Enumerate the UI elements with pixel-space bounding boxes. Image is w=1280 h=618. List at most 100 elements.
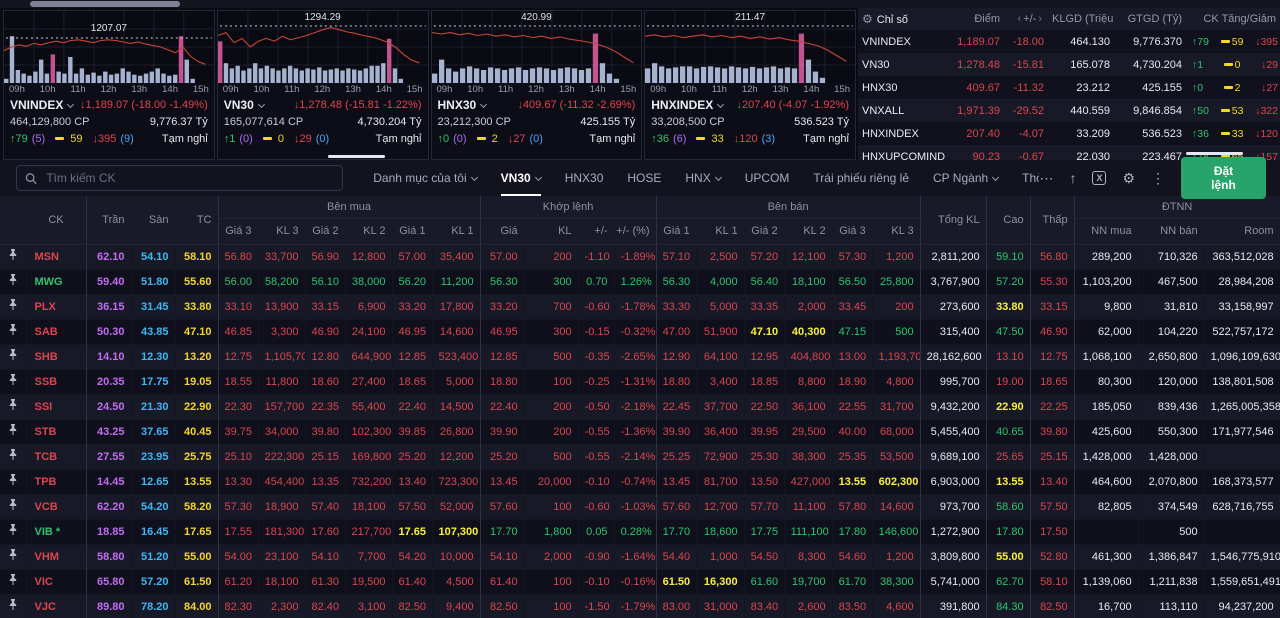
cell-buy-gia1: 57.50 bbox=[392, 494, 432, 519]
unchanged-dash-icon bbox=[1221, 40, 1230, 43]
board-header-groups: CK Trần Sàn TC Bên mua Khớp lệnh Bên bán… bbox=[0, 196, 1280, 218]
time-tick: 15h bbox=[407, 83, 423, 96]
upload-icon[interactable]: ↑ bbox=[1069, 171, 1076, 185]
index-row-hnx30[interactable]: HNX30409.67-11.3223.212425.155↑02↓27 bbox=[858, 76, 1280, 99]
pin-icon[interactable] bbox=[0, 269, 26, 294]
top-scrollbar[interactable] bbox=[0, 0, 1280, 8]
index-points: 1,189.07 bbox=[946, 36, 1004, 48]
tab-hose[interactable]: HOSE bbox=[627, 160, 661, 196]
place-order-button[interactable]: Đặt lệnh bbox=[1181, 157, 1266, 199]
search-input[interactable] bbox=[44, 170, 334, 186]
cell-sell-gia2: 17.75 bbox=[744, 519, 784, 544]
pin-icon[interactable] bbox=[0, 344, 26, 369]
board-row-vjc: VJC89.8078.2084.0082.302,30082.403,10082… bbox=[0, 594, 1280, 618]
index-points: 409.67 bbox=[946, 82, 1004, 94]
pin-icon[interactable] bbox=[0, 394, 26, 419]
index-change-text: 409.67 (-11.32 -2.69%) bbox=[523, 99, 635, 111]
cell-symbol[interactable]: SSB bbox=[26, 369, 86, 394]
more-tabs-icon[interactable]: ⋯ bbox=[1039, 171, 1053, 185]
cell-total-kl: 3,767,900 bbox=[920, 269, 986, 294]
excel-export-icon[interactable]: X bbox=[1092, 171, 1106, 185]
cell-tran: 27.55 bbox=[86, 444, 131, 469]
col-san: Sàn bbox=[131, 196, 175, 244]
cell-symbol[interactable]: MSN bbox=[26, 244, 86, 269]
tab-hnx30[interactable]: HNX30 bbox=[565, 160, 604, 196]
index-row-vnindex[interactable]: VNINDEX1,189.07-18.00464.1309,776.370↑79… bbox=[858, 30, 1280, 53]
pin-icon[interactable] bbox=[0, 519, 26, 544]
cell-nn-ban: 31,810 bbox=[1138, 294, 1204, 319]
charts-scrollbar-handle[interactable] bbox=[328, 155, 385, 158]
cell-symbol[interactable]: VIC bbox=[26, 569, 86, 594]
tab-vn30[interactable]: VN30 bbox=[501, 160, 541, 196]
index-name-dropdown[interactable]: VNINDEX bbox=[10, 98, 73, 112]
cell-symbol[interactable]: STB bbox=[26, 419, 86, 444]
pin-icon[interactable] bbox=[0, 369, 26, 394]
tab-sector[interactable]: CP Ngành bbox=[933, 160, 998, 196]
cell-total-kl: 5,455,400 bbox=[920, 419, 986, 444]
cell-total-kl: 9,432,200 bbox=[920, 394, 986, 419]
gear-icon[interactable]: ⚙ bbox=[1122, 171, 1135, 185]
pin-icon[interactable] bbox=[0, 569, 26, 594]
cell-buy-kl1: 107,300 bbox=[432, 519, 480, 544]
pin-icon[interactable] bbox=[0, 444, 26, 469]
index-change: -11.32 bbox=[1004, 82, 1048, 94]
cell-symbol[interactable]: TCB bbox=[26, 444, 86, 469]
cell-match-gia: 22.40 bbox=[480, 394, 524, 419]
index-change: ↓1,278.48 (-15.81 -1.22%) bbox=[294, 99, 422, 111]
cell-buy-gia1: 39.85 bbox=[392, 419, 432, 444]
cell-buy-kl2: 18,100 bbox=[345, 494, 392, 519]
cell-symbol[interactable]: SAB bbox=[26, 319, 86, 344]
market-status: Tạm nghỉ bbox=[162, 133, 208, 145]
cell-cao: 13.10 bbox=[986, 344, 1030, 369]
pin-icon[interactable] bbox=[0, 469, 26, 494]
stock-search[interactable] bbox=[16, 165, 343, 191]
index-table-scrollbar-handle[interactable] bbox=[1186, 152, 1243, 155]
cell-san: 21.30 bbox=[131, 394, 175, 419]
chart-time-axis: 09h10h11h12h13h14h15h bbox=[218, 83, 428, 96]
cell-thap: 33.15 bbox=[1030, 294, 1074, 319]
cell-symbol[interactable]: SHB bbox=[26, 344, 86, 369]
tab-put-through[interactable]: Thỏa thuận bbox=[1022, 160, 1039, 196]
header-change[interactable]: ‹+/-› bbox=[1004, 13, 1048, 25]
gear-icon[interactable]: ⚙ bbox=[862, 12, 873, 26]
tab-private-bonds[interactable]: Trái phiếu riêng lẻ bbox=[813, 160, 909, 196]
index-name-dropdown[interactable]: HNXINDEX bbox=[651, 98, 723, 112]
chart-ref-value: 1207.07 bbox=[4, 23, 214, 34]
cell-symbol[interactable]: VIB * bbox=[26, 519, 86, 544]
pin-icon[interactable] bbox=[0, 294, 26, 319]
index-name: VN30 bbox=[224, 98, 254, 112]
cell-symbol[interactable]: PLX bbox=[26, 294, 86, 319]
pin-icon[interactable] bbox=[0, 419, 26, 444]
pin-icon[interactable] bbox=[0, 594, 26, 618]
cell-symbol[interactable]: SSI bbox=[26, 394, 86, 419]
cell-sell-gia1: 57.10 bbox=[656, 244, 696, 269]
pin-icon[interactable] bbox=[0, 319, 26, 344]
pin-icon[interactable] bbox=[0, 494, 26, 519]
tab-upcom[interactable]: UPCOM bbox=[745, 160, 790, 196]
index-row-hnxindex[interactable]: HNXINDEX207.40-4.0733.209536.523↑3633↓12… bbox=[858, 122, 1280, 145]
index-sparkline-chart: 1294.29 bbox=[218, 11, 428, 83]
time-tick: 10h bbox=[681, 83, 697, 96]
index-row-vnxall[interactable]: VNXALL1,971.39-29.52440.5599,846.854↑505… bbox=[858, 99, 1280, 122]
cell-symbol[interactable]: VCB bbox=[26, 494, 86, 519]
cell-symbol[interactable]: MWG bbox=[26, 269, 86, 294]
index-name-dropdown[interactable]: VN30 bbox=[224, 98, 264, 112]
kebab-menu-icon[interactable]: ⋮ bbox=[1151, 171, 1165, 185]
cell-symbol[interactable]: VHM bbox=[26, 544, 86, 569]
tab-hnx[interactable]: HNX bbox=[685, 160, 720, 196]
cell-buy-kl3: 2,300 bbox=[258, 594, 305, 618]
index-name: VN30 bbox=[858, 59, 946, 71]
index-name-dropdown[interactable]: HNX30 bbox=[438, 98, 487, 112]
pin-icon[interactable] bbox=[0, 544, 26, 569]
pin-icon[interactable] bbox=[0, 244, 26, 269]
index-name: HNXINDEX bbox=[651, 98, 713, 112]
cell-symbol[interactable]: VJC bbox=[26, 594, 86, 618]
toolbar-icons: ⋯ ↑ X ⚙ ⋮ bbox=[1039, 171, 1165, 185]
cell-sell-kl3: 25,800 bbox=[872, 269, 920, 294]
index-row-vn30[interactable]: VN301,278.48-15.81165.0784,730.204↑10↓29 bbox=[858, 53, 1280, 76]
cell-symbol[interactable]: TPB bbox=[26, 469, 86, 494]
chart-ref-value: 211.47 bbox=[645, 12, 855, 23]
tab-my-watchlist[interactable]: Danh mục của tôi bbox=[373, 160, 476, 196]
board-row-ssb: SSB20.3517.7519.0518.5511,80018.6027,400… bbox=[0, 369, 1280, 394]
top-scrollbar-handle[interactable] bbox=[30, 1, 180, 7]
